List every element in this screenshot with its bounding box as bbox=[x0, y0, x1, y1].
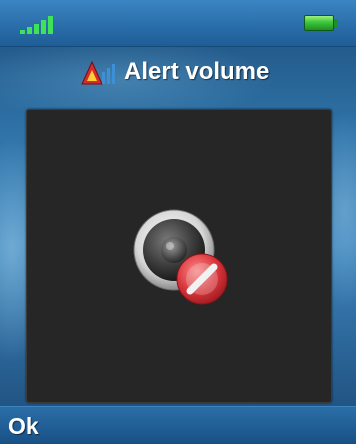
page-title: Alert volume bbox=[124, 58, 270, 85]
title-row: Alert volume bbox=[0, 54, 356, 90]
alert-volume-panel bbox=[26, 109, 332, 403]
speaker-muted-icon bbox=[133, 209, 228, 305]
ok-softkey[interactable]: Ok bbox=[8, 409, 39, 443]
phone-screen: Alert volume Ok bbox=[0, 0, 356, 444]
alert-volume-icon bbox=[81, 60, 115, 85]
softkey-bar: Ok bbox=[0, 406, 356, 444]
status-bar bbox=[0, 0, 356, 47]
signal-strength-icon bbox=[20, 14, 62, 34]
battery-full-icon bbox=[304, 15, 338, 31]
